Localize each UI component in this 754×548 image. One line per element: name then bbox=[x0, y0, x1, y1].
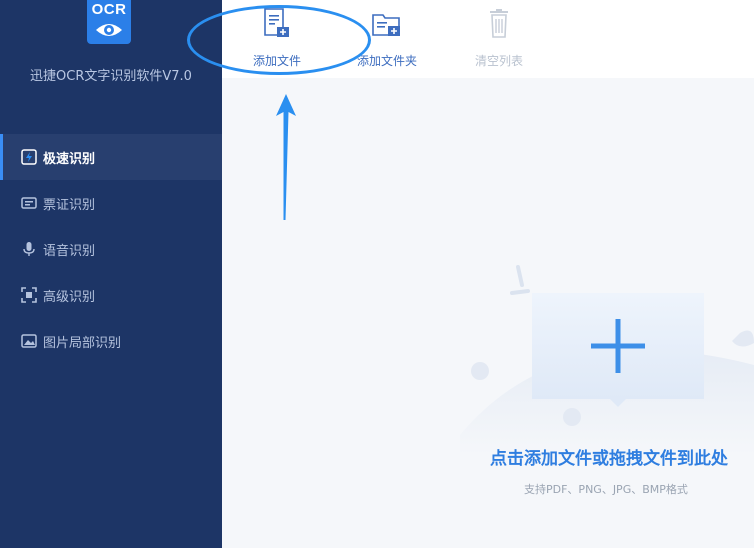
highlight-annotation bbox=[187, 5, 371, 75]
dropzone-title: 点击添加文件或拖拽文件到此处 bbox=[490, 449, 728, 469]
add-folder-icon bbox=[372, 14, 400, 36]
clear-list-button[interactable]: 清空列表 bbox=[454, 0, 544, 78]
scan-frame-icon bbox=[21, 287, 37, 303]
app-title: 迅捷OCR文字识别软件V7.0 bbox=[30, 69, 192, 84]
dropzone-subtitle: 支持PDF、PNG、JPG、BMP格式 bbox=[524, 483, 688, 496]
sidebar-item-label: 图片局部识别 bbox=[43, 335, 122, 351]
logo-text: OCR bbox=[91, 1, 127, 18]
image-crop-icon bbox=[21, 334, 37, 348]
eye-icon bbox=[96, 24, 122, 36]
sidebar-item-label: 极速识别 bbox=[43, 151, 96, 167]
trash-icon bbox=[490, 9, 508, 38]
sidebar-item-label: 高级识别 bbox=[43, 289, 96, 305]
sidebar-item-partial-image-recognition[interactable]: 图片局部识别 bbox=[0, 318, 222, 364]
sidebar: OCR 迅捷OCR文字识别软件V7.0 极速识别 票证识别 语音识别 高级识别 … bbox=[0, 0, 222, 548]
sidebar-item-ticket-recognition[interactable]: 票证识别 bbox=[0, 180, 222, 226]
sidebar-item-advanced-recognition[interactable]: 高级识别 bbox=[0, 272, 222, 318]
sidebar-nav: 极速识别 票证识别 语音识别 高级识别 图片局部识别 bbox=[0, 134, 222, 364]
lightning-icon bbox=[21, 149, 37, 165]
upload-illustration[interactable] bbox=[440, 255, 754, 455]
ticket-icon bbox=[21, 197, 37, 209]
app-logo: OCR bbox=[87, 0, 131, 44]
sidebar-item-label: 语音识别 bbox=[43, 243, 96, 259]
microphone-icon bbox=[23, 242, 35, 256]
clear-list-label: 清空列表 bbox=[474, 54, 523, 68]
arrow-up-annotation bbox=[276, 94, 296, 220]
sidebar-item-fast-recognition[interactable]: 极速识别 bbox=[0, 134, 222, 180]
sidebar-item-label: 票证识别 bbox=[43, 197, 96, 213]
sidebar-item-voice-recognition[interactable]: 语音识别 bbox=[0, 226, 222, 272]
